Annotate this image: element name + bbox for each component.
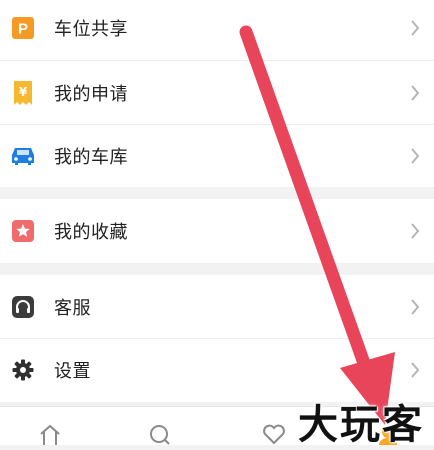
menu-item-customer-service[interactable]: 客服 xyxy=(0,275,434,339)
menu-item-label: 车位共享 xyxy=(54,19,128,39)
home-icon[interactable] xyxy=(38,423,62,445)
yen-receipt-icon: ¥ xyxy=(12,81,34,105)
menu-item-label: 设置 xyxy=(54,361,91,381)
chevron-right-icon xyxy=(411,362,420,378)
menu-item-label: 我的收藏 xyxy=(54,222,128,242)
gear-icon xyxy=(12,359,34,381)
heart-icon[interactable] xyxy=(262,423,286,445)
chevron-right-icon xyxy=(411,20,420,36)
menu-item-label: 我的申请 xyxy=(54,84,128,104)
menu-item-my-applications[interactable]: ¥ 我的申请 xyxy=(0,61,434,125)
menu-group-1: P 车位共享 ¥ 我的申请 我的车库 xyxy=(0,0,434,187)
watermark-text: 大玩客 xyxy=(298,401,424,448)
menu-group-2: 我的收藏 xyxy=(0,199,434,263)
svg-text:P: P xyxy=(18,21,28,38)
parking-p-icon: P xyxy=(12,17,34,39)
headset-icon xyxy=(12,296,34,318)
menu-item-parking-share[interactable]: P 车位共享 xyxy=(0,0,434,60)
chevron-right-icon xyxy=(411,148,420,164)
svg-text:¥: ¥ xyxy=(19,85,28,99)
menu-item-my-garage[interactable]: 我的车库 xyxy=(0,124,434,188)
menu-item-label: 客服 xyxy=(54,298,91,318)
menu-item-label: 我的车库 xyxy=(54,147,128,167)
menu-item-my-favorites[interactable]: 我的收藏 xyxy=(0,199,434,263)
chevron-right-icon xyxy=(411,85,420,101)
search-icon[interactable] xyxy=(148,423,172,445)
menu-group-3: 客服 设置 xyxy=(0,275,434,402)
chevron-right-icon xyxy=(411,223,420,239)
chevron-right-icon xyxy=(411,299,420,315)
car-icon xyxy=(10,145,36,167)
star-icon xyxy=(12,220,34,242)
